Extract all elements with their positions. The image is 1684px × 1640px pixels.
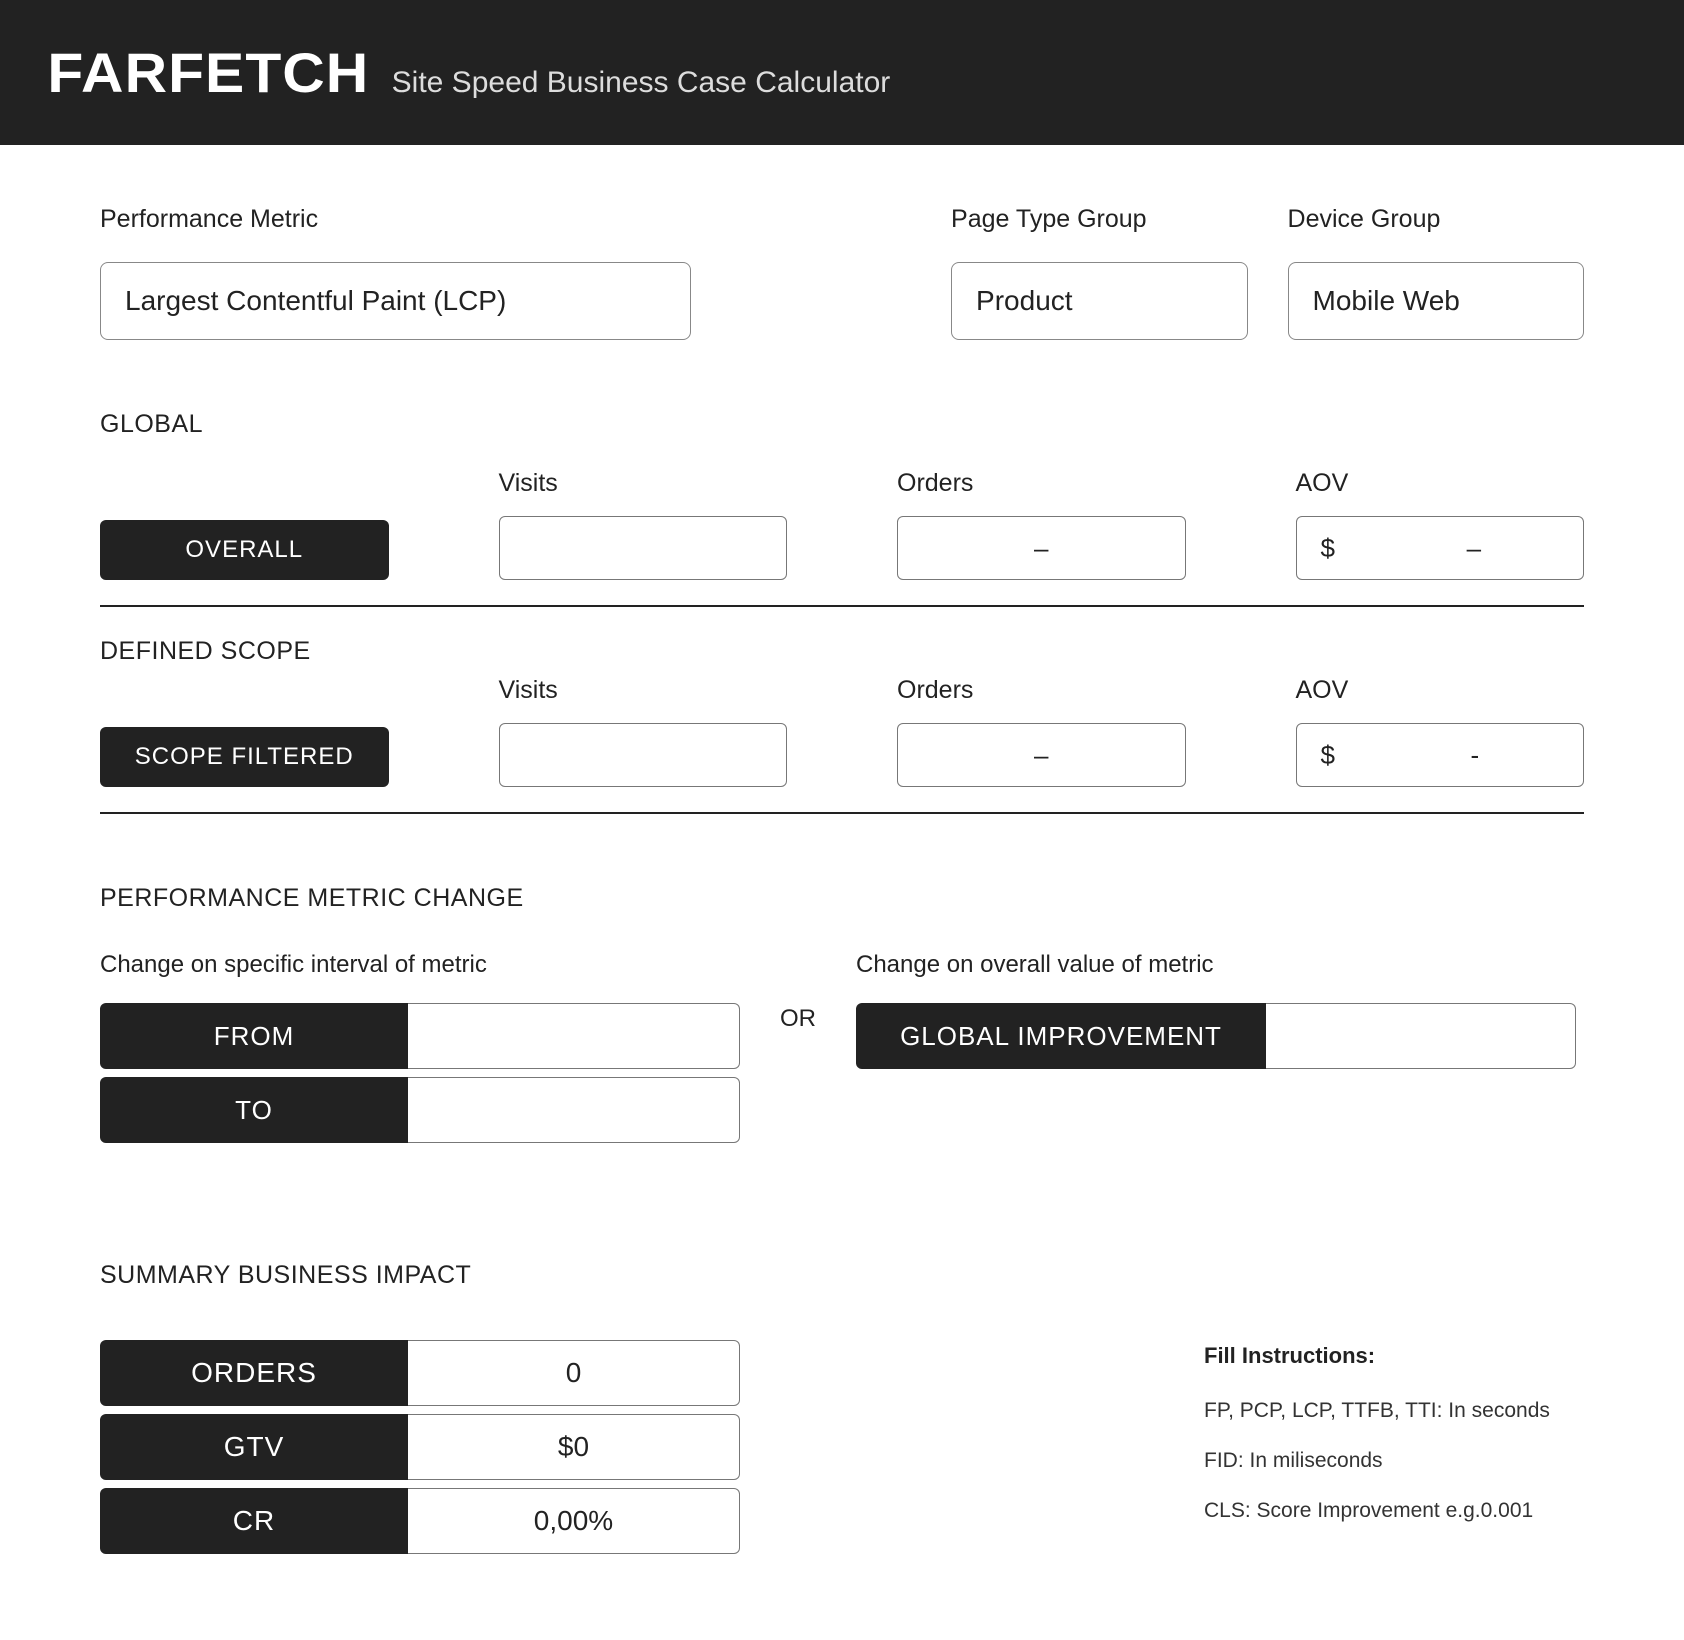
scope-orders-value: – bbox=[897, 723, 1186, 787]
currency-symbol: $ bbox=[1321, 740, 1335, 771]
page-title: Site Speed Business Case Calculator bbox=[392, 66, 891, 100]
global-orders-value: – bbox=[897, 516, 1186, 580]
section-title-global: GLOBAL bbox=[100, 410, 1584, 439]
divider bbox=[100, 812, 1584, 814]
or-separator: OR bbox=[780, 1005, 816, 1033]
orders-col: Orders – bbox=[897, 676, 1186, 787]
filter-label: Device Group bbox=[1288, 205, 1584, 234]
filter-label: Performance Metric bbox=[100, 205, 691, 234]
cr-value: 0,00% bbox=[408, 1488, 740, 1554]
global-improvement-label: GLOBAL IMPROVEMENT bbox=[856, 1003, 1266, 1069]
global-improvement-row: GLOBAL IMPROVEMENT bbox=[856, 1003, 1576, 1069]
aov-col: AOV $ - bbox=[1296, 676, 1585, 787]
global-visits-input[interactable] bbox=[499, 516, 788, 580]
aov-label: AOV bbox=[1296, 676, 1585, 705]
instructions-line: CLS: Score Improvement e.g.0.001 bbox=[1204, 1499, 1584, 1523]
global-row: OVERALL Visits Orders – AOV $ – bbox=[100, 469, 1584, 580]
from-label: FROM bbox=[100, 1003, 408, 1069]
scope-aov-value: $ - bbox=[1296, 723, 1585, 787]
instructions-line: FP, PCP, LCP, TTFB, TTI: In seconds bbox=[1204, 1399, 1584, 1423]
app-header: FARFETCH Site Speed Business Case Calcul… bbox=[0, 0, 1684, 145]
orders-label: Orders bbox=[897, 469, 1186, 498]
section-title-scope: DEFINED SCOPE bbox=[100, 637, 1584, 666]
global-improvement-input[interactable] bbox=[1266, 1003, 1576, 1069]
cr-label: CR bbox=[100, 1488, 408, 1554]
scope-row: SCOPE FILTERED Visits Orders – AOV $ - bbox=[100, 676, 1584, 787]
section-title-perf: PERFORMANCE METRIC CHANGE bbox=[100, 884, 1584, 913]
overall-label: Change on overall value of metric bbox=[856, 951, 1576, 979]
scope-filtered-pill: SCOPE FILTERED bbox=[100, 727, 389, 787]
filter-perf-metric: Performance Metric Largest Contentful Pa… bbox=[100, 205, 691, 340]
summary-orders-row: ORDERS 0 bbox=[100, 1340, 740, 1406]
perf-metric-select[interactable]: Largest Contentful Paint (LCP) bbox=[100, 262, 691, 340]
to-label: TO bbox=[100, 1077, 408, 1143]
aov-col: AOV $ – bbox=[1296, 469, 1585, 580]
visits-label: Visits bbox=[499, 676, 788, 705]
scope-visits-input[interactable] bbox=[499, 723, 788, 787]
currency-symbol: $ bbox=[1321, 533, 1335, 564]
filter-page-type: Page Type Group Product bbox=[951, 205, 1247, 340]
summary-gtv-row: GTV $0 bbox=[100, 1414, 740, 1480]
visits-col: Visits bbox=[499, 676, 788, 787]
perf-change-section: PERFORMANCE METRIC CHANGE Change on spec… bbox=[100, 884, 1584, 1151]
gtv-label: GTV bbox=[100, 1414, 408, 1480]
divider bbox=[100, 605, 1584, 607]
aov-label: AOV bbox=[1296, 469, 1585, 498]
visits-col: Visits bbox=[499, 469, 788, 580]
instructions-block: Fill Instructions: FP, PCP, LCP, TTFB, T… bbox=[1204, 1343, 1584, 1549]
orders-col: Orders – bbox=[897, 469, 1186, 580]
to-input[interactable] bbox=[408, 1077, 740, 1143]
to-row: TO bbox=[100, 1077, 740, 1143]
orders-label: Orders bbox=[897, 676, 1186, 705]
device-select[interactable]: Mobile Web bbox=[1288, 262, 1584, 340]
filter-label: Page Type Group bbox=[951, 205, 1247, 234]
summary-section: SUMMARY BUSINESS IMPACT ORDERS 0 GTV $0 … bbox=[100, 1261, 1584, 1562]
perf-overall-block: Change on overall value of metric GLOBAL… bbox=[856, 951, 1576, 1069]
page-type-select[interactable]: Product bbox=[951, 262, 1247, 340]
gtv-value: $0 bbox=[408, 1414, 740, 1480]
perf-interval-block: Change on specific interval of metric FR… bbox=[100, 951, 740, 1151]
from-input[interactable] bbox=[408, 1003, 740, 1069]
aov-amount: - bbox=[1471, 740, 1480, 771]
section-title-summary: SUMMARY BUSINESS IMPACT bbox=[100, 1261, 740, 1290]
from-row: FROM bbox=[100, 1003, 740, 1069]
overall-pill: OVERALL bbox=[100, 520, 389, 580]
global-aov-value: $ – bbox=[1296, 516, 1585, 580]
main-content: Performance Metric Largest Contentful Pa… bbox=[0, 145, 1684, 1602]
orders-value: 0 bbox=[408, 1340, 740, 1406]
filter-device: Device Group Mobile Web bbox=[1288, 205, 1584, 340]
interval-label: Change on specific interval of metric bbox=[100, 951, 740, 979]
orders-label: ORDERS bbox=[100, 1340, 408, 1406]
instructions-line: FID: In miliseconds bbox=[1204, 1449, 1584, 1473]
scope-section: DEFINED SCOPE SCOPE FILTERED Visits Orde… bbox=[100, 637, 1584, 787]
perf-row: Change on specific interval of metric FR… bbox=[100, 951, 1584, 1151]
logo: FARFETCH bbox=[47, 40, 369, 105]
summary-left: SUMMARY BUSINESS IMPACT ORDERS 0 GTV $0 … bbox=[100, 1261, 740, 1562]
filter-row: Performance Metric Largest Contentful Pa… bbox=[100, 205, 1584, 340]
visits-label: Visits bbox=[499, 469, 788, 498]
instructions-title: Fill Instructions: bbox=[1204, 1343, 1584, 1369]
aov-amount: – bbox=[1467, 533, 1481, 564]
global-section: GLOBAL OVERALL Visits Orders – AOV $ – bbox=[100, 410, 1584, 580]
summary-cr-row: CR 0,00% bbox=[100, 1488, 740, 1554]
